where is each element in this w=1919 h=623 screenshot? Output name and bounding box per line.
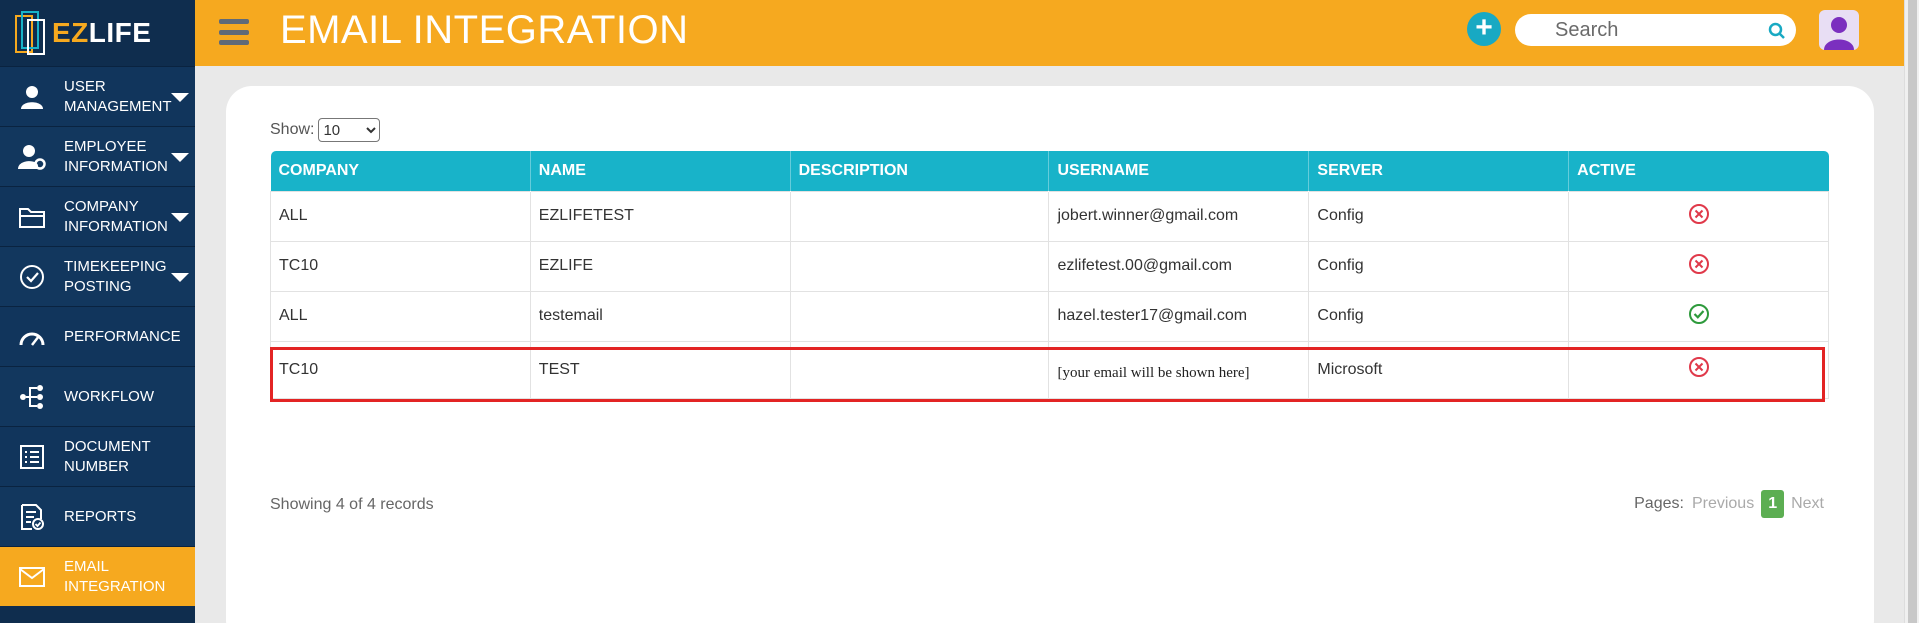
cell-description <box>789 340 1050 399</box>
show-label: Show: <box>270 121 315 138</box>
cell-name: TEST <box>529 340 791 399</box>
envelope-icon <box>0 566 64 588</box>
table-row[interactable]: ALL EZLIFETEST jobert.winner@gmail.com C… <box>270 190 1829 242</box>
check-circle-icon <box>0 264 64 290</box>
avatar[interactable] <box>1819 10 1859 50</box>
sidebar-item-document-number[interactable]: DOCUMENT NUMBER <box>0 426 195 486</box>
sidebar: EZLIFE USER MANAGEMENT EMPLOYEE INFORMAT… <box>0 0 195 623</box>
sidebar-item-reports[interactable]: REPORTS <box>0 486 195 546</box>
folder-icon <box>0 205 64 229</box>
cell-description <box>789 240 1050 292</box>
cell-username: ezlifetest.00@gmail.com <box>1048 240 1310 292</box>
hamburger-menu-icon[interactable] <box>219 19 249 45</box>
user-gear-icon <box>0 144 64 170</box>
cell-active <box>1568 240 1829 292</box>
cell-active <box>1568 190 1829 242</box>
table-row[interactable]: TC10 TEST [your email will be shown here… <box>270 340 1829 399</box>
cell-company: TC10 <box>270 240 531 292</box>
pages-label: Pages: <box>1634 495 1684 512</box>
vertical-scrollbar[interactable] <box>1904 0 1919 623</box>
sidebar-item-email-integration[interactable]: EMAIL INTEGRATION <box>0 546 195 606</box>
sidebar-item-label: PERFORMANCE <box>64 327 181 345</box>
add-button[interactable]: + <box>1467 12 1501 46</box>
table-header-row: COMPANY NAME DESCRIPTION USERNAME SERVER… <box>270 151 1829 191</box>
cell-username: [your email will be shown here] <box>1048 340 1310 399</box>
cell-description <box>789 290 1050 342</box>
sidebar-item-employee-information[interactable]: EMPLOYEE INFORMATION <box>0 126 195 186</box>
sidebar-item-company-information[interactable]: COMPANY INFORMATION <box>0 186 195 246</box>
cell-active <box>1568 290 1829 342</box>
sidebar-item-performance[interactable]: PERFORMANCE <box>0 306 195 366</box>
cell-company: TC10 <box>270 340 531 399</box>
report-icon <box>0 503 64 531</box>
scrollbar-thumb[interactable] <box>1908 0 1917 623</box>
column-header-company[interactable]: COMPANY <box>270 151 531 191</box>
gauge-icon <box>0 326 64 348</box>
cell-server: Microsoft <box>1308 340 1570 399</box>
column-header-description[interactable]: DESCRIPTION <box>790 151 1050 191</box>
page-number-button[interactable]: 1 <box>1761 490 1785 518</box>
username-placeholder: [your email will be shown here] <box>1057 365 1250 381</box>
column-header-username[interactable]: USERNAME <box>1048 151 1310 191</box>
sidebar-item-timekeeping-posting[interactable]: TIMEKEEPING POSTING <box>0 246 195 306</box>
sidebar-item-label: EMPLOYEE INFORMATION <box>64 137 168 175</box>
sidebar-item-user-management[interactable]: USER MANAGEMENT <box>0 66 195 126</box>
sidebar-item-label: WORKFLOW <box>64 387 154 405</box>
pagination: Pages: Previous 1 Next <box>1634 490 1824 518</box>
column-header-name[interactable]: NAME <box>530 151 791 191</box>
cell-username: jobert.winner@gmail.com <box>1048 190 1310 242</box>
search-icon[interactable] <box>1768 22 1786 45</box>
chevron-down-icon[interactable] <box>171 273 189 282</box>
previous-page-link[interactable]: Previous <box>1692 495 1754 513</box>
logo-text: EZLIFE <box>52 17 151 49</box>
sidebar-item-label: TIMEKEEPING POSTING <box>64 257 167 295</box>
chevron-down-icon[interactable] <box>171 93 189 102</box>
workflow-icon <box>0 384 64 410</box>
search-box <box>1515 14 1796 46</box>
cell-server: Config <box>1308 240 1570 292</box>
next-page-link[interactable]: Next <box>1791 495 1824 513</box>
logo-icon <box>14 8 48 58</box>
email-integration-table: COMPANY NAME DESCRIPTION USERNAME SERVER… <box>270 151 1829 399</box>
cell-name: EZLIFETEST <box>529 190 791 242</box>
inactive-x-icon[interactable] <box>1688 203 1710 229</box>
page-size-select[interactable]: 10 <box>318 118 381 142</box>
app-logo[interactable]: EZLIFE <box>0 0 195 66</box>
column-header-active[interactable]: ACTIVE <box>1568 151 1829 191</box>
logo-text-ez: EZ <box>52 17 89 48</box>
user-icon <box>0 84 64 110</box>
inactive-x-icon[interactable] <box>1688 357 1710 382</box>
sidebar-item-label: USER MANAGEMENT <box>64 77 172 115</box>
chevron-down-icon[interactable] <box>171 153 189 162</box>
chevron-down-icon[interactable] <box>171 213 189 222</box>
cell-name: testemail <box>529 290 791 342</box>
sidebar-item-label: REPORTS <box>64 507 137 525</box>
logo-text-life: LIFE <box>88 17 152 48</box>
cell-company: ALL <box>270 190 531 242</box>
table-row[interactable]: ALL testemail hazel.tester17@gmail.com C… <box>270 290 1829 342</box>
sidebar-item-label: COMPANY INFORMATION <box>64 197 168 235</box>
sidebar-item-label: DOCUMENT NUMBER <box>64 437 151 475</box>
column-header-server[interactable]: SERVER <box>1308 151 1570 191</box>
cell-active <box>1568 340 1829 399</box>
records-count: Showing 4 of 4 records <box>270 496 434 513</box>
table-row[interactable]: TC10 EZLIFE ezlifetest.00@gmail.com Conf… <box>270 240 1829 292</box>
page-title: EMAIL INTEGRATION <box>280 8 689 52</box>
cell-server: Config <box>1308 290 1570 342</box>
cell-server: Config <box>1308 190 1570 242</box>
page-size-control: Show: 10 <box>270 118 381 142</box>
search-input[interactable] <box>1555 16 1775 44</box>
sidebar-item-label: EMAIL INTEGRATION <box>64 557 166 595</box>
top-header: EMAIL INTEGRATION + <box>195 0 1904 66</box>
cell-name: EZLIFE <box>529 240 791 292</box>
active-check-icon[interactable] <box>1688 303 1710 329</box>
list-icon <box>0 444 64 470</box>
inactive-x-icon[interactable] <box>1688 253 1710 279</box>
cell-username: hazel.tester17@gmail.com <box>1048 290 1310 342</box>
content-card: Show: 10 COMPANY NAME DESCRIPTION USERNA… <box>226 86 1874 623</box>
cell-description <box>789 190 1050 242</box>
sidebar-item-workflow[interactable]: WORKFLOW <box>0 366 195 426</box>
cell-company: ALL <box>270 290 531 342</box>
